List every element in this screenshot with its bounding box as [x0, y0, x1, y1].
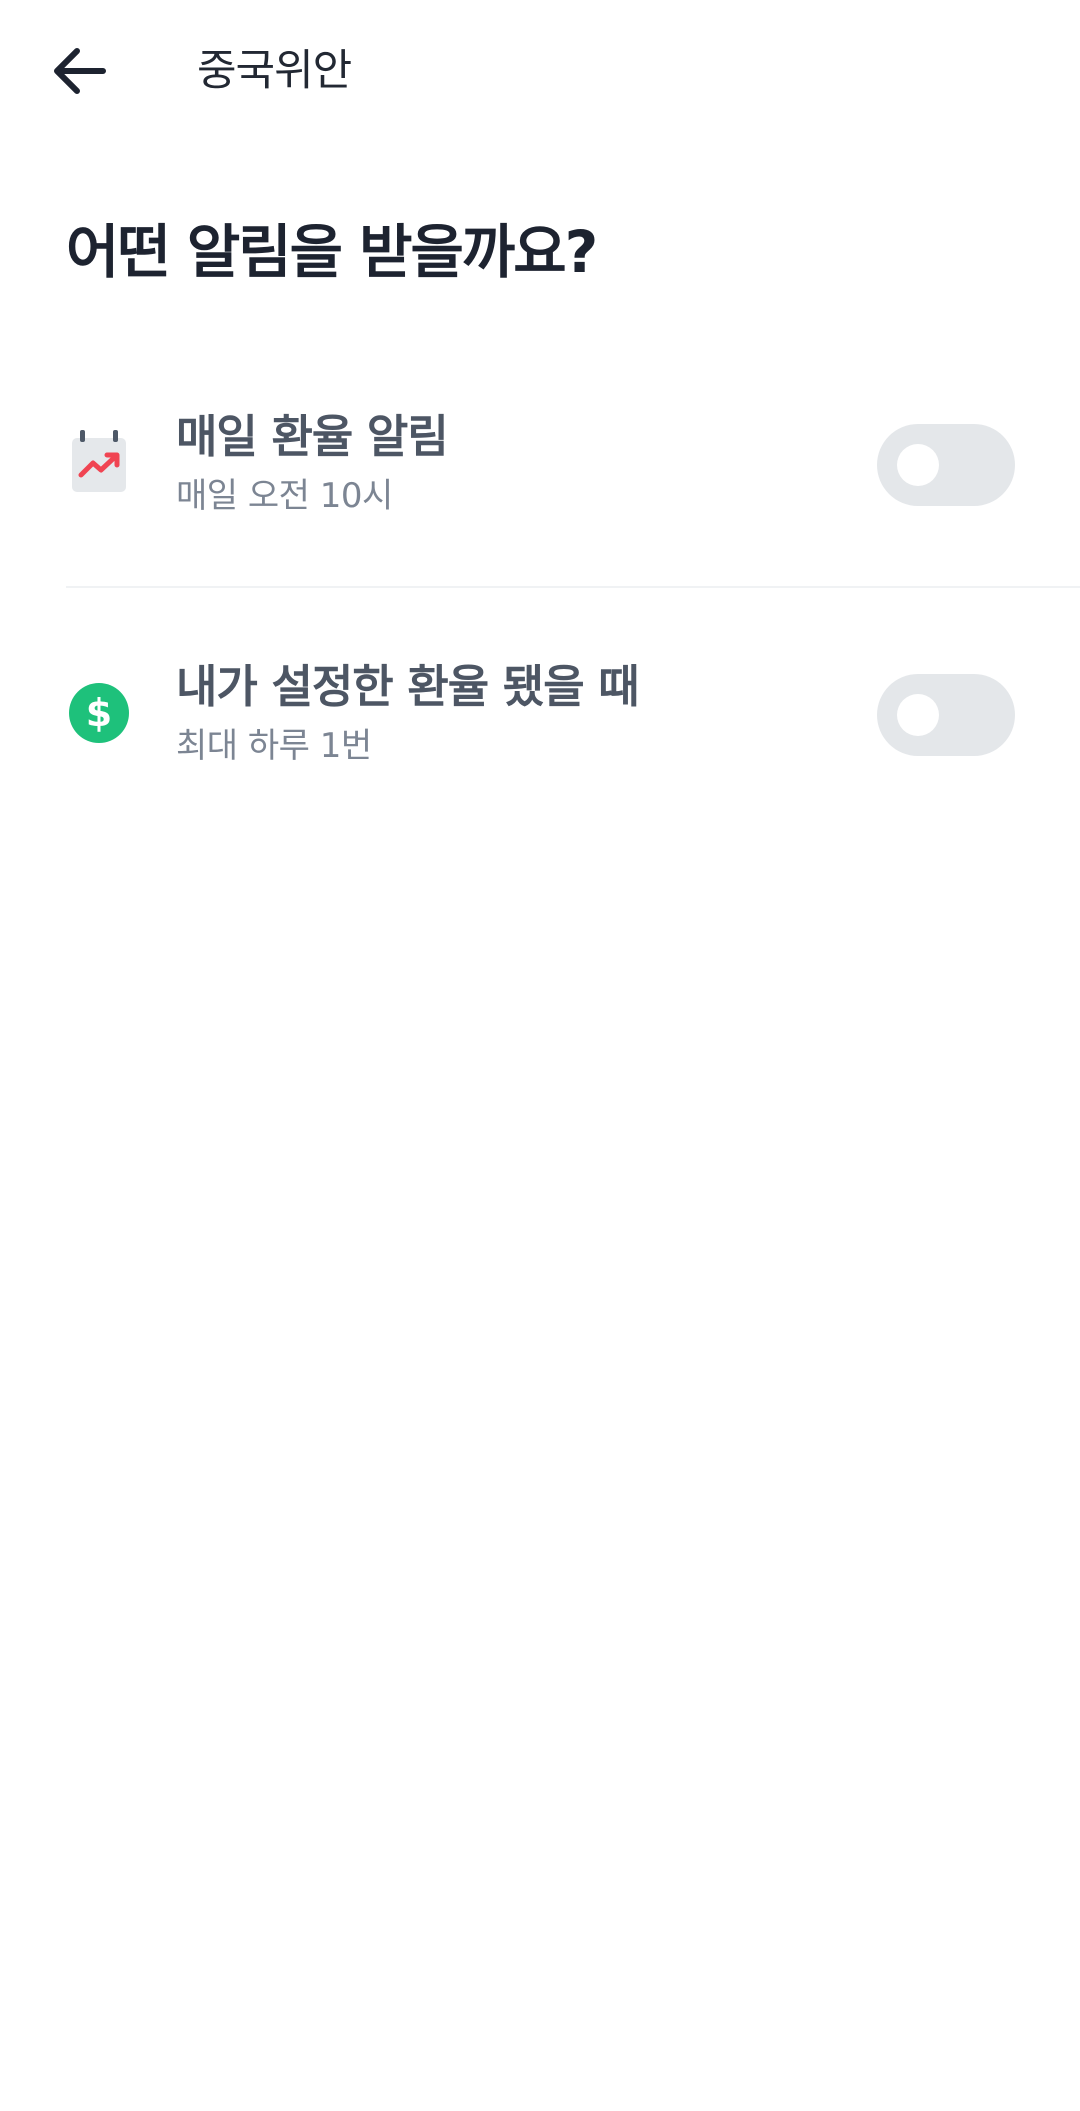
daily-rate-alert-toggle[interactable] [877, 424, 1015, 506]
dollar-circle-icon: $ [66, 680, 132, 746]
target-rate-alert-subtitle: 최대 하루 1번 [176, 726, 372, 766]
page-title: 중국위안 [197, 46, 352, 96]
toggle-knob [897, 444, 939, 486]
question-heading: 어떤 알림을 받을까요? [66, 218, 598, 286]
target-rate-alert-toggle[interactable] [877, 674, 1015, 756]
back-button[interactable] [36, 34, 122, 108]
alert-settings-screen: 중국위안 어떤 알림을 받을까요? 매일 환율 알림 매일 오전 10시 $ 내 [0, 0, 1080, 2111]
calendar-trend-icon [66, 430, 132, 496]
arrow-left-icon [54, 48, 106, 94]
target-rate-alert-title: 내가 설정한 환율 됐을 때 [176, 660, 640, 713]
top-bar: 중국위안 [0, 0, 1080, 150]
daily-rate-alert-row[interactable]: 매일 환율 알림 매일 오전 10시 [0, 375, 1080, 575]
daily-rate-alert-subtitle: 매일 오전 10시 [176, 476, 393, 516]
toggle-knob [897, 694, 939, 736]
daily-rate-alert-title: 매일 환율 알림 [176, 410, 449, 463]
divider [66, 586, 1080, 588]
svg-text:$: $ [86, 691, 112, 735]
target-rate-alert-row[interactable]: $ 내가 설정한 환율 됐을 때 최대 하루 1번 [0, 625, 1080, 825]
